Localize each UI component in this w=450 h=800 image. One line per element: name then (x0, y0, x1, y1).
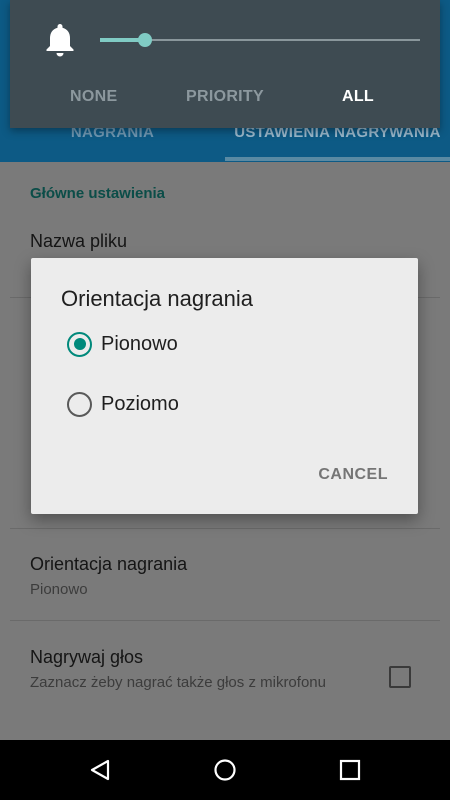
pref-orientation-title[interactable]: Orientacja nagrania (30, 554, 187, 575)
recents-icon[interactable] (330, 750, 370, 790)
home-icon[interactable] (205, 750, 245, 790)
cancel-button[interactable]: CANCEL (318, 466, 388, 484)
bell-icon[interactable] (44, 22, 76, 58)
pref-file-name[interactable]: Nazwa pliku (30, 231, 127, 252)
dialog-title: Orientacja nagrania (61, 286, 254, 311)
volume-slider-thumb[interactable] (137, 33, 152, 47)
section-header: Główne ustawienia (30, 185, 166, 202)
record-voice-checkbox[interactable] (389, 666, 411, 688)
option-pionowo[interactable]: Pionowo (67, 331, 178, 357)
pref-record-voice-title[interactable]: Nagrywaj głos (30, 647, 143, 668)
radio-button-unchecked[interactable] (67, 391, 92, 417)
volume-panel: NONE PRIORITY ALL (10, 0, 440, 128)
radio-button-checked[interactable] (67, 331, 92, 357)
tab-ustawienia-nagrywania[interactable]: USTAWIENIA NAGRYWANIA (225, 122, 450, 162)
option-poziomo[interactable]: Poziomo (67, 391, 179, 417)
navigation-bar (0, 740, 450, 800)
pref-record-voice-summary: Zaznacz żeby nagrać także głos z mikrofo… (30, 674, 326, 691)
option-label: Pionowo (101, 332, 178, 355)
tab-nagrania[interactable]: NAGRANIA (0, 122, 225, 162)
mode-none-button[interactable]: NONE (70, 88, 117, 106)
back-icon[interactable] (80, 750, 120, 790)
mode-all-button[interactable]: ALL (342, 88, 374, 106)
orientation-dialog: Orientacja nagrania Pionowo Poziomo CANC… (31, 258, 418, 514)
divider (10, 620, 440, 621)
mode-priority-button[interactable]: PRIORITY (186, 88, 264, 106)
pref-orientation-summary: Pionowo (30, 581, 88, 598)
divider (10, 528, 440, 529)
option-label: Poziomo (101, 392, 179, 415)
tab-indicator (225, 157, 450, 161)
